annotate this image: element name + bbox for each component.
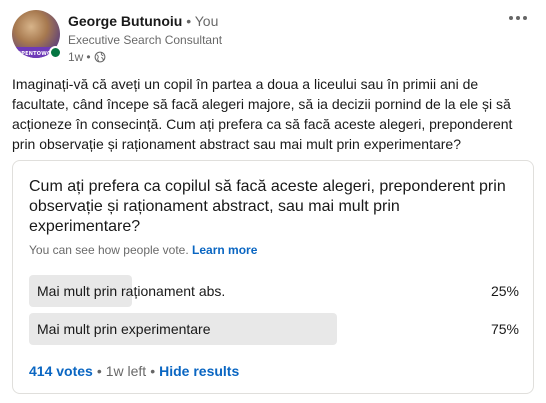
poll-option-percent: 25% bbox=[490, 283, 519, 299]
more-options-icon[interactable] bbox=[506, 10, 530, 34]
online-status-dot bbox=[49, 46, 62, 59]
post-header: #OPENTOWORK George Butunoiu • You Execut… bbox=[12, 10, 534, 66]
time-left: 1w left bbox=[105, 363, 147, 379]
author-headline: Executive Search Consultant bbox=[68, 33, 223, 47]
poll-card: Cum ați prefera ca copilul să facă acest… bbox=[12, 160, 534, 394]
poll-option-1[interactable]: Mai mult prin raționament abs. 25% bbox=[29, 275, 519, 307]
poll-question: Cum ați prefera ca copilul să facă acest… bbox=[29, 178, 506, 235]
author-relation: • You bbox=[186, 13, 219, 29]
footer-separator: • bbox=[96, 363, 102, 379]
post-time: 1w bbox=[68, 50, 84, 64]
learn-more-link[interactable]: Learn more bbox=[192, 243, 257, 257]
globe-icon bbox=[94, 51, 105, 63]
hide-results-link[interactable]: Hide results bbox=[159, 363, 239, 379]
visibility-text: You can see how people vote. bbox=[29, 243, 189, 257]
poll-option-label: Mai mult prin raționament abs. bbox=[37, 283, 226, 299]
poll-option-2[interactable]: Mai mult prin experimentare 75% bbox=[29, 313, 519, 345]
votes-count-link[interactable]: 414 votes bbox=[29, 363, 93, 379]
post-meta: 1w • bbox=[68, 50, 106, 64]
post-body-text: Imaginați-vă că aveți un copil în partea… bbox=[12, 76, 513, 152]
feed-post: #OPENTOWORK George Butunoiu • You Execut… bbox=[0, 0, 546, 403]
author-line: George Butunoiu • You bbox=[68, 13, 218, 29]
poll-visibility-note: You can see how people vote. Learn more bbox=[29, 243, 257, 257]
poll-footer: 414 votes • 1w left • Hide results bbox=[29, 363, 239, 379]
meta-separator: • bbox=[86, 50, 91, 64]
poll-option-label: Mai mult prin experimentare bbox=[37, 321, 211, 337]
author-name[interactable]: George Butunoiu bbox=[68, 13, 182, 29]
poll-option-percent: 75% bbox=[490, 321, 519, 337]
footer-separator: • bbox=[150, 363, 156, 379]
